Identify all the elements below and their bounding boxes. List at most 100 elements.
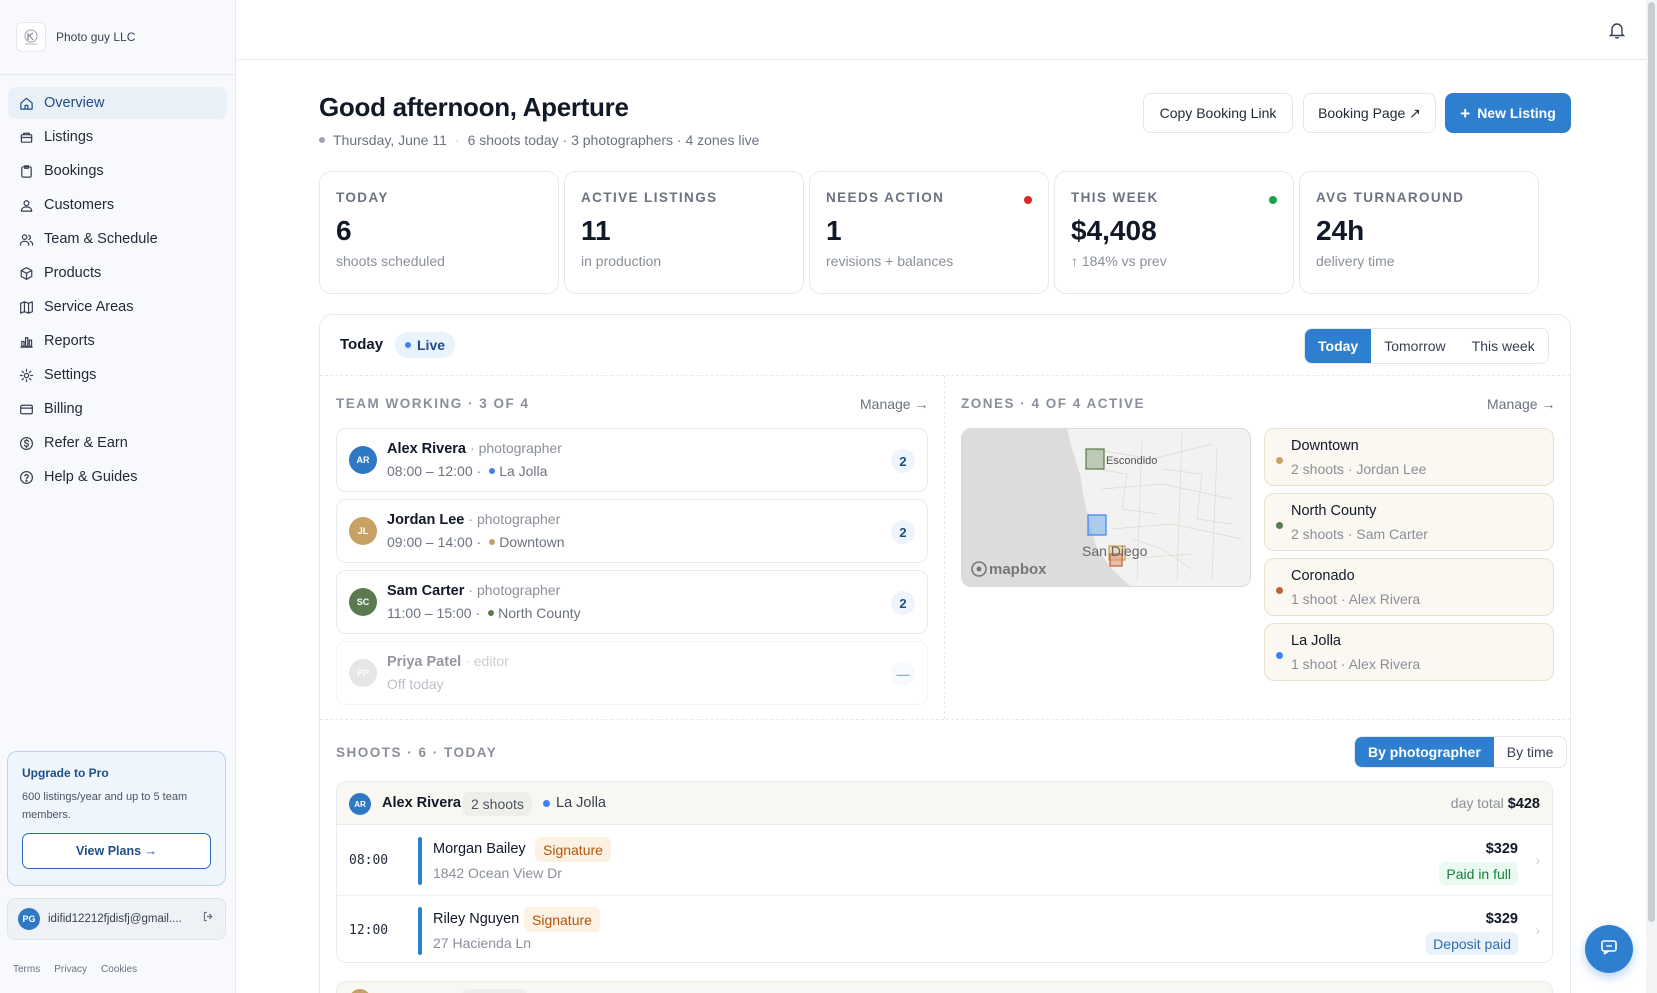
stat-card: NEEDS ACTION 1 revisions + balances (809, 171, 1049, 294)
avatar: AR (349, 446, 377, 474)
member-name-label: Sam Carter (387, 583, 465, 599)
zone-card[interactable]: North County 2 shoots · Sam Carter (1264, 493, 1554, 551)
stat-note: in production (581, 253, 662, 269)
current-date: Thursday, June 11 (333, 132, 447, 148)
member-zone: North County (498, 605, 581, 621)
privacy-link[interactable]: Privacy (54, 964, 87, 975)
map-icon (19, 300, 34, 315)
cookies-link[interactable]: Cookies (101, 964, 137, 975)
day-tabs: Today Tomorrow This week (1304, 328, 1549, 364)
notifications-bell-icon[interactable] (1608, 21, 1626, 39)
stat-label: THIS WEEK (1071, 190, 1159, 205)
shoot-address: 1842 Ocean View Dr (433, 865, 562, 881)
avatar: SC (349, 588, 377, 616)
account-menu[interactable]: PG idifid12212fjdisfj@gmail.... (7, 898, 226, 940)
listings-icon (19, 130, 34, 145)
team-working-label: TEAM WORKING · 3 OF 4 (336, 396, 530, 411)
day-total-value: $428 (1507, 796, 1540, 812)
brand[interactable]: Photo guy LLC (0, 0, 235, 75)
zone-dot (489, 468, 496, 474)
sidebar-item-refer-and-earn[interactable]: Refer & Earn (8, 427, 227, 459)
copy-booking-link-button[interactable]: Copy Booking Link (1143, 93, 1293, 133)
team-member-card[interactable]: AR Alex Rivera · photographer 08:00 – 12:0… (336, 428, 928, 492)
group-header[interactable]: AR Alex Rivera 2 shoots La Jolla day tot… (337, 782, 1552, 825)
member-shoot-count: — (891, 662, 915, 686)
tab-this-week[interactable]: This week (1459, 329, 1548, 363)
member-role: · photographer (468, 511, 561, 527)
zone-dot (1276, 457, 1283, 464)
sidebar-item-label: Billing (44, 401, 83, 417)
team-member-card[interactable]: SC Sam Carter · photographer 11:00 – 15:00… (336, 570, 928, 634)
tab-tomorrow[interactable]: Tomorrow (1371, 329, 1458, 363)
next-group-header[interactable] (336, 981, 1553, 993)
sidebar-item-team-and-schedule[interactable]: Team & Schedule (8, 223, 227, 255)
member-name: Alex Rivera · photographer (387, 440, 562, 457)
brand-name: Photo guy LLC (56, 30, 136, 44)
team-member-card[interactable]: JL Jordan Lee · photographer 09:00 – 14:00… (336, 499, 928, 563)
tab-by-photographer[interactable]: By photographer (1355, 737, 1494, 767)
member-name: Sam Carter · photographer (387, 582, 560, 599)
avatar: PP (349, 659, 377, 687)
member-name: Jordan Lee · photographer (387, 511, 560, 528)
zone-card[interactable]: Downtown 2 shoots · Jordan Lee (1264, 428, 1554, 486)
avatar (349, 989, 371, 993)
scrollbar-thumb[interactable] (1648, 2, 1655, 922)
terms-link[interactable]: Terms (13, 964, 40, 975)
member-shoot-count: 2 (891, 449, 915, 473)
sidebar-item-label: Overview (44, 95, 105, 111)
chat-button[interactable] (1585, 925, 1633, 973)
zone-name: Coronado (1291, 568, 1355, 584)
member-zone: Downtown (499, 534, 565, 550)
top-bar (237, 0, 1657, 60)
new-listing-button[interactable]: + New Listing (1445, 93, 1571, 133)
sidebar-item-billing[interactable]: Billing (8, 393, 227, 425)
zone-dot (488, 610, 495, 616)
today-title: Today (340, 336, 384, 353)
sidebar-item-customers[interactable]: Customers (8, 189, 227, 221)
booking-page-button[interactable]: Booking Page ↗ (1303, 93, 1436, 133)
zone-dot (1276, 522, 1283, 529)
logout-icon[interactable] (202, 910, 215, 928)
sidebar-item-label: Customers (44, 197, 115, 213)
sidebar-item-products[interactable]: Products (8, 257, 227, 289)
team-manage-link[interactable]: Manage → (860, 396, 928, 412)
zones-manage-link[interactable]: Manage → (1487, 396, 1555, 412)
member-name-label: Priya Patel (387, 654, 462, 670)
tab-by-time[interactable]: By time (1494, 737, 1567, 767)
clipboard-icon (19, 164, 34, 179)
member-hours: 09:00 – 14:00 · (387, 534, 482, 550)
view-plans-button[interactable]: View Plans → (22, 833, 211, 869)
stat-value: 6 (336, 215, 352, 246)
sidebar-item-overview[interactable]: Overview (8, 87, 227, 119)
shoot-color-bar (418, 907, 422, 955)
zone-card[interactable]: Coronado 1 shoot · Alex Rivera (1264, 558, 1554, 616)
avatar: JL (349, 517, 377, 545)
day-summary: 6 shoots today · 3 photographers · 4 zon… (467, 132, 760, 148)
chat-icon (1599, 937, 1619, 962)
team-icon (19, 232, 34, 247)
sidebar-item-settings[interactable]: Settings (8, 359, 227, 391)
mapbox-logo: mapbox (989, 561, 1047, 578)
stat-label: AVG TURNAROUND (1316, 190, 1465, 205)
gear-icon (19, 368, 34, 383)
sidebar-item-bookings[interactable]: Bookings (8, 155, 227, 187)
payment-status-badge: Paid in full (1439, 862, 1518, 885)
shoot-row[interactable]: 12:00 Riley Nguyen Signature 27 Hacienda Ln… (337, 896, 1552, 962)
team-member-card[interactable]: PP Priya Patel · editor Off today — (336, 641, 928, 705)
member-role: · photographer (470, 440, 562, 456)
sidebar-item-help-and-guides[interactable]: Help & Guides (8, 461, 227, 493)
live-badge: Live (395, 332, 456, 358)
zone-dot (1276, 587, 1283, 594)
sidebar-item-service-areas[interactable]: Service Areas (8, 291, 227, 323)
sidebar: Photo guy LLC Overview Listings Bookings Cu… (0, 0, 236, 993)
page-scrollbar[interactable] (1646, 0, 1657, 993)
tab-today[interactable]: Today (1305, 329, 1372, 363)
shoot-row[interactable]: 08:00 Morgan Bailey Signature 1842 Ocean Vi… (337, 826, 1552, 896)
sidebar-item-listings[interactable]: Listings (8, 121, 227, 153)
service-area-map[interactable]: Escondido San Diego mapbox (961, 428, 1251, 587)
shoot-price: $329 (1485, 841, 1518, 857)
zone-card[interactable]: La Jolla 1 shoot · Alex Rivera (1264, 623, 1554, 681)
upgrade-card: Upgrade to Pro 600 listings/year and up … (7, 751, 226, 886)
sidebar-item-reports[interactable]: Reports (8, 325, 227, 357)
chart-icon (19, 334, 34, 349)
